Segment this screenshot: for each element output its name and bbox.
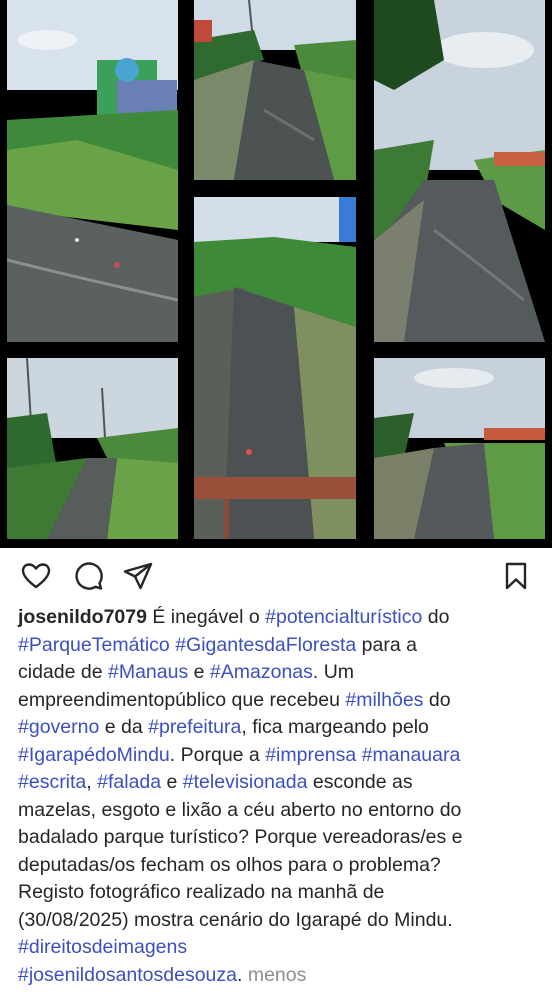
caption-line: #escrita, #falada e #televisionada escon… bbox=[18, 769, 540, 797]
caption-text: mazelas, esgoto e lixão a céu aberto no … bbox=[18, 798, 462, 821]
share-button[interactable] bbox=[122, 560, 154, 592]
hashtag-link[interactable]: #milhões bbox=[345, 689, 423, 711]
caption-text: do bbox=[423, 688, 451, 711]
caption-text: , fica margeando pelo bbox=[241, 716, 429, 738]
caption-line: empreendimentopúblico que recebeu #milhõ… bbox=[18, 687, 540, 715]
hashtag-link[interactable]: #imprensa bbox=[265, 744, 356, 766]
caption-text: e da bbox=[99, 716, 149, 738]
post-caption: josenildo7079 É inegável o #potencialtur… bbox=[18, 604, 540, 989]
hashtag-link[interactable]: #Manaus bbox=[108, 661, 188, 683]
hashtag-link[interactable]: #direitosdeimagens bbox=[18, 936, 187, 958]
hashtag-link[interactable]: #josenildosantosdesouza bbox=[18, 964, 237, 986]
caption-text: cidade de bbox=[18, 661, 108, 683]
hashtag-link[interactable]: #manauara bbox=[362, 744, 461, 766]
collage-photo-4[interactable] bbox=[194, 197, 356, 539]
caption-text: para a bbox=[356, 633, 417, 656]
post-image-collage[interactable] bbox=[0, 0, 552, 548]
heart-icon bbox=[21, 563, 51, 589]
caption-line: #IgarapédoMindu. Porque a #imprensa #man… bbox=[18, 742, 540, 770]
caption-text: e bbox=[161, 771, 183, 793]
caption-text: e bbox=[188, 661, 210, 683]
post-actions-bar bbox=[0, 548, 552, 604]
username-link[interactable]: josenildo7079 bbox=[18, 606, 147, 628]
caption-line: cidade de #Manaus e #Amazonas. Um bbox=[18, 659, 540, 687]
hashtag-link[interactable]: #prefeitura bbox=[148, 716, 241, 738]
caption-line: mazelas, esgoto e lixão a céu aberto no … bbox=[18, 797, 540, 825]
caption-line: badalado parque turístico? Porque veread… bbox=[18, 824, 540, 852]
save-button[interactable] bbox=[500, 560, 532, 592]
hashtag-link[interactable]: #ParqueTemático bbox=[18, 634, 170, 656]
hashtag-link[interactable]: #governo bbox=[18, 716, 99, 738]
caption-text: É inegável o bbox=[146, 606, 266, 628]
share-icon bbox=[123, 562, 153, 590]
collage-photo-3[interactable] bbox=[374, 0, 545, 342]
caption-line: josenildo7079 É inegável o #potencialtur… bbox=[18, 604, 540, 632]
less-toggle[interactable]: menos bbox=[248, 964, 307, 986]
bookmark-icon bbox=[505, 562, 527, 590]
caption-text: . Porque a bbox=[169, 743, 266, 766]
hashtag-link[interactable]: #potencialturístico bbox=[265, 606, 422, 628]
hashtag-link[interactable]: #GigantesdaFloresta bbox=[175, 634, 356, 656]
collage-photo-1[interactable] bbox=[7, 0, 178, 342]
hashtag-link[interactable]: #Amazonas bbox=[210, 661, 313, 683]
hashtag-link[interactable]: #falada bbox=[97, 771, 161, 793]
like-button[interactable] bbox=[20, 560, 52, 592]
hashtag-link[interactable]: #IgarapédoMindu bbox=[18, 744, 170, 766]
caption-text: , bbox=[86, 771, 98, 793]
caption-text: do bbox=[422, 606, 450, 628]
comment-button[interactable] bbox=[72, 560, 104, 592]
caption-line: Registo fotográfico realizado na manhã d… bbox=[18, 879, 540, 907]
caption-line: #direitosdeimagens bbox=[18, 934, 540, 962]
caption-text: (30/08/2025) mostra cenário do Igarapé d… bbox=[18, 908, 453, 931]
collage-photo-2[interactable] bbox=[194, 0, 356, 180]
hashtag-link[interactable]: #escrita bbox=[18, 771, 86, 793]
caption-line: #ParqueTemático #GigantesdaFloresta para… bbox=[18, 632, 540, 660]
comment-icon bbox=[75, 562, 103, 590]
caption-text: . Um bbox=[312, 661, 355, 683]
caption-line: #josenildosantosdesouza. menos bbox=[18, 962, 540, 990]
caption-text: deputadas/os fecham os olhos para o prob… bbox=[18, 853, 441, 876]
caption-text: badalado parque turístico? Porque veread… bbox=[18, 826, 463, 848]
caption-line: (30/08/2025) mostra cenário do Igarapé d… bbox=[18, 907, 540, 935]
caption-line: deputadas/os fecham os olhos para o prob… bbox=[18, 852, 540, 880]
caption-line: #governo e da #prefeitura, fica margeand… bbox=[18, 714, 540, 742]
caption-text: empreendimentopúblico que recebeu bbox=[18, 688, 346, 711]
caption-text: esconde as bbox=[307, 771, 413, 793]
hashtag-link[interactable]: #televisionada bbox=[183, 771, 308, 793]
caption-text: . bbox=[237, 963, 248, 986]
collage-photo-5[interactable] bbox=[7, 358, 178, 539]
caption-text: Registo fotográfico realizado na manhã d… bbox=[18, 881, 385, 903]
collage-photo-6[interactable] bbox=[374, 358, 545, 539]
